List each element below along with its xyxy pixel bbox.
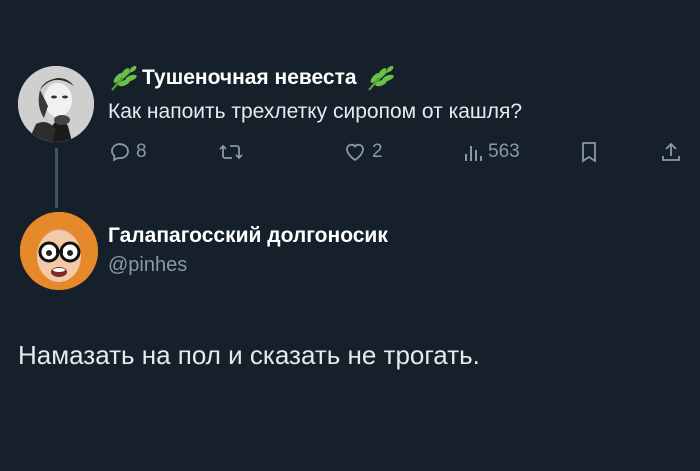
bookmark-button[interactable]: [578, 140, 600, 164]
reply-tweet-text: Намазать на пол и сказать не трогать.: [18, 340, 480, 370]
reply-author-handle[interactable]: @pinhes: [108, 254, 187, 277]
share-button[interactable]: [660, 140, 682, 164]
parent-avatar[interactable]: [18, 66, 94, 142]
view-count: 563: [488, 141, 520, 162]
bookmark-icon: [582, 142, 596, 163]
parent-author-name[interactable]: Тушеночная невеста: [142, 66, 357, 90]
like-button[interactable]: 2: [342, 140, 383, 164]
reply-avatar[interactable]: [20, 212, 98, 290]
reply-author-name[interactable]: Галапагосский долгоносик: [108, 224, 388, 248]
plant-leaf-icon: [111, 65, 137, 91]
retweet-icon: [219, 144, 243, 160]
share-icon: [662, 142, 680, 161]
reply-count: 8: [136, 141, 147, 162]
plant-leaf-icon: [367, 65, 394, 91]
parent-author-line: Тушеночная невеста: [108, 64, 395, 92]
views-button[interactable]: 563: [462, 140, 520, 164]
reply-button[interactable]: 8: [108, 140, 147, 164]
like-count: 2: [372, 141, 383, 162]
parent-tweet[interactable]: Тушеночная невеста Как напоить трехлетку…: [0, 0, 700, 208]
reply-icon: [111, 143, 129, 162]
parent-tweet-text: Как напоить трехлетку сиропом от кашля?: [108, 100, 523, 123]
views-chart-icon: [465, 146, 482, 161]
parent-avatar-image: [18, 66, 94, 142]
retweet-button[interactable]: [218, 140, 248, 164]
reply-avatar-image: [20, 212, 98, 290]
parent-action-bar: 8 2 563: [0, 140, 700, 180]
heart-icon: [346, 143, 364, 162]
